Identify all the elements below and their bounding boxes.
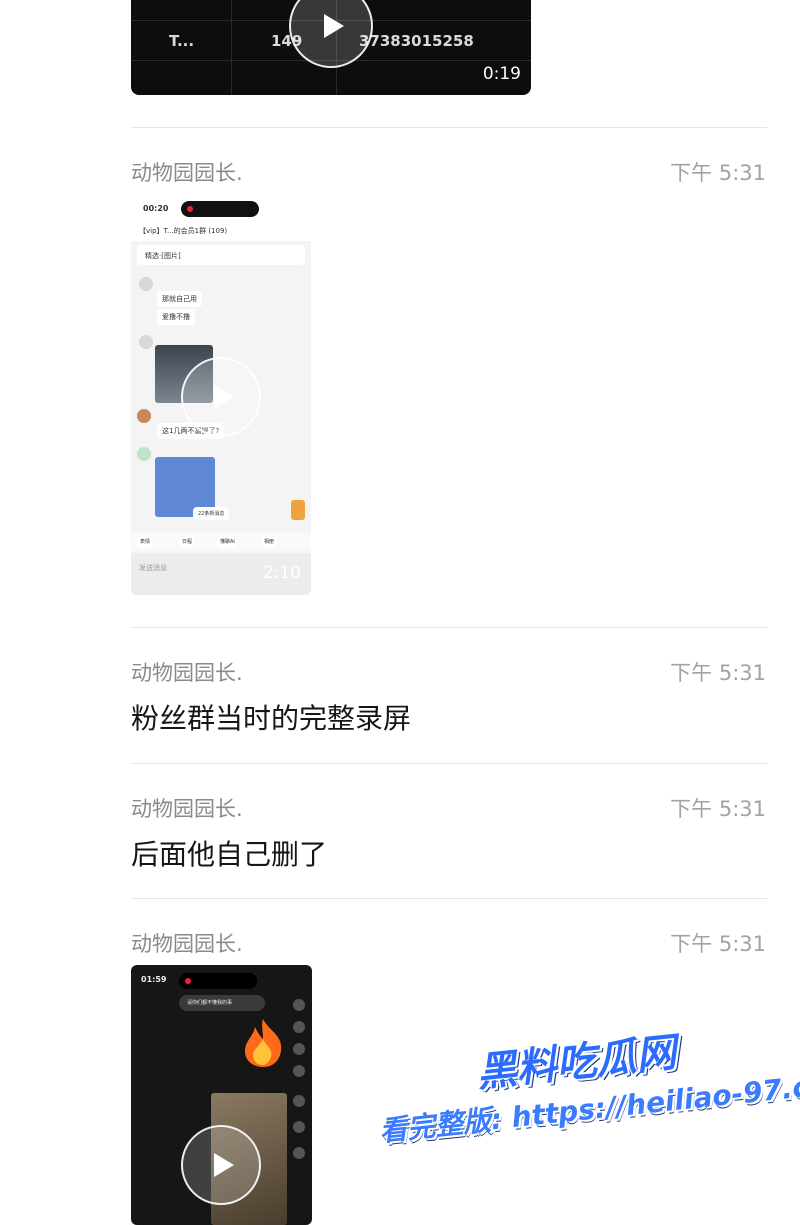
pinned-message: 精选·[图片] — [137, 245, 305, 265]
side-action-icon — [293, 999, 305, 1011]
flame-icon — [245, 1019, 282, 1067]
video-message-thumbnail[interactable]: 00:20 【vip】T...的会员1群 (109) 精选·[图片] 那就自己用… — [131, 195, 311, 595]
dynamic-island — [181, 201, 259, 217]
record-dot-icon — [187, 206, 193, 212]
avatar — [139, 335, 153, 349]
side-action-icon — [293, 1021, 305, 1033]
message-divider — [131, 627, 767, 628]
status-time: 01:59 — [141, 975, 167, 984]
chip: 相册 — [261, 536, 278, 548]
input-placeholder: 发送消息 — [139, 564, 167, 572]
video-message-thumbnail[interactable]: T... 149 37383015258 0:19 — [131, 0, 531, 95]
pinned-label: 精选·[图片] — [145, 252, 181, 260]
dynamic-island — [179, 973, 257, 989]
chat-nav-bar: 【vip】T...的会员1群 (109) — [131, 221, 311, 241]
video-duration: 0:19 — [482, 64, 521, 84]
video-message-thumbnail[interactable]: 01:59 请你们都不懂我的事 — [131, 965, 312, 1225]
avatar — [139, 277, 153, 291]
side-action-icon — [293, 1043, 305, 1055]
chat-bubble: 爱撸不撸 — [157, 309, 195, 325]
grid-line — [231, 0, 232, 95]
sender-name: 动物园园长. — [131, 932, 243, 956]
chip: 表情 — [137, 536, 154, 548]
chip: 日程 — [179, 536, 196, 548]
play-icon[interactable] — [181, 1125, 261, 1205]
chat-history-feed: T... 149 37383015258 0:19 动物园园长. 下午 5:31… — [0, 0, 800, 1225]
unread-badge: 22条新消息 — [193, 507, 230, 520]
message-divider — [131, 898, 767, 899]
play-icon[interactable] — [181, 357, 261, 437]
message-divider — [131, 127, 767, 128]
message-time: 下午 5:31 — [670, 797, 766, 821]
phone-status-bar: 00:20 — [131, 195, 311, 221]
message-time: 下午 5:31 — [670, 161, 766, 185]
sender-name: 动物园园长. — [131, 797, 243, 821]
play-icon[interactable] — [289, 0, 373, 68]
quick-action-chips: 表情 日程 懂聊AI 相册 — [131, 533, 311, 551]
message-text: 后面他自己删了 — [131, 838, 328, 871]
floating-bot-icon — [291, 500, 305, 520]
message-divider — [131, 763, 767, 764]
side-action-icon — [293, 1147, 305, 1159]
group-title: 【vip】T...的会员1群 (109) — [139, 227, 228, 235]
sender-name: 动物园园长. — [131, 661, 243, 685]
video-duration: 2:10 — [262, 563, 301, 583]
side-action-icon — [293, 1065, 305, 1077]
video-overlay-text: 37383015258 — [359, 32, 474, 50]
message-time: 下午 5:31 — [670, 932, 766, 956]
video-overlay-text: T... — [169, 32, 195, 50]
avatar — [137, 409, 151, 423]
chip: 懂聊AI — [217, 536, 238, 548]
side-action-icon — [293, 1095, 305, 1107]
message-text: 粉丝群当时的完整录屏 — [131, 702, 412, 735]
message-time: 下午 5:31 — [670, 661, 766, 685]
status-time: 00:20 — [143, 204, 169, 213]
side-action-icon — [293, 1121, 305, 1133]
chat-bubble: 那就自己用 — [157, 291, 202, 307]
avatar — [137, 447, 151, 461]
record-dot-icon — [185, 978, 191, 984]
sender-name: 动物园园长. — [131, 161, 243, 185]
music-pill: 请你们都不懂我的事 — [179, 995, 265, 1011]
